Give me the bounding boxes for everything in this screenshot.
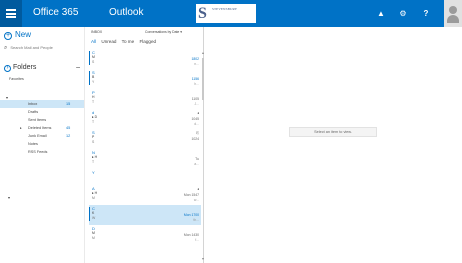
filter-bar: All Unread To me Flagged: [91, 39, 160, 44]
list-item[interactable]: S B Y 1156 h...: [89, 69, 201, 89]
folders-label: Folders: [13, 64, 37, 71]
filter-to-me[interactable]: To me: [122, 39, 135, 44]
org-logo: S STEVENSBURY: [196, 4, 256, 23]
filter-all[interactable]: All: [91, 39, 96, 44]
new-label: New: [15, 30, 32, 39]
folder-sent-items[interactable]: Sent Items: [0, 116, 84, 124]
folders-icon: ›: [4, 65, 11, 72]
brand-title[interactable]: Office 365: [33, 7, 78, 18]
list-item[interactable]: ◂ d ▸ D T 1045 d...: [89, 109, 201, 129]
list-item[interactable]: ◂ A ▸ H M Mon 1547 w...: [89, 185, 201, 205]
folder-rss-feeds[interactable]: RSS Feeds: [0, 148, 84, 156]
folder-list: Inbox 15 Drafts Sent Items ▸ Deleted Ite…: [0, 100, 84, 156]
folder-notes[interactable]: Notes: [0, 140, 84, 148]
logo-mark: S: [198, 5, 207, 22]
favorites-label[interactable]: Favorites: [9, 77, 24, 81]
new-button[interactable]: + New: [4, 30, 31, 40]
folder-deleted-items[interactable]: ▸ Deleted Items 45: [0, 124, 84, 132]
logo-name: STEVENSBURY: [212, 7, 238, 11]
folders-header[interactable]: › Folders –: [4, 64, 80, 72]
message-list-pane: INBOX Conversations by Date ▾ All Unread…: [84, 27, 205, 263]
collapse-icon[interactable]: –: [76, 64, 80, 71]
gear-icon[interactable]: ⚙: [394, 0, 412, 27]
app-launcher-button[interactable]: [0, 0, 22, 27]
list-item[interactable]: N ▸ H T Tu a...: [89, 149, 201, 169]
help-icon[interactable]: ?: [417, 0, 435, 27]
avatar[interactable]: [444, 0, 462, 27]
reply-icon: ◂: [197, 111, 199, 115]
folder-drafts[interactable]: Drafts: [0, 108, 84, 116]
folder-inbox[interactable]: Inbox 15: [0, 100, 84, 108]
list-item[interactable]: ⎘ S P S 1024: [89, 129, 201, 149]
filter-flagged[interactable]: Flagged: [139, 39, 156, 44]
search-placeholder: Search Mail and People: [10, 45, 53, 50]
message-rows: C M S 1802 n... S B Y 1156 h... P H T 11…: [89, 49, 201, 245]
filter-unread[interactable]: Unread: [101, 39, 116, 44]
list-item[interactable]: C M S 1802 n...: [89, 49, 201, 69]
attachment-icon: ⎘: [196, 131, 199, 135]
reading-pane: Select an item to view.: [204, 27, 462, 263]
sort-dropdown[interactable]: Conversations by Date ▾: [145, 30, 182, 34]
chevron-down-icon: ▾: [180, 30, 182, 34]
folder-junk-email[interactable]: Junk Email 12: [0, 132, 84, 140]
app-title[interactable]: Outlook: [109, 7, 143, 18]
reply-icon: ◂: [197, 187, 199, 191]
list-item[interactable]: Y: [89, 169, 201, 185]
list-item[interactable]: D M M Mon 1430 f...: [89, 225, 201, 245]
plus-icon: +: [4, 32, 12, 40]
search-icon: ⌕: [4, 45, 8, 51]
waffle-icon: [6, 9, 16, 18]
list-title: INBOX: [91, 30, 103, 34]
list-item[interactable]: P H T 1105 J...: [89, 89, 201, 109]
list-item[interactable]: C K W Mon 1700 th...: [89, 205, 201, 225]
bell-icon[interactable]: ▲: [372, 0, 390, 27]
chevron-down-icon[interactable]: ▾: [8, 195, 10, 200]
top-bar: Office 365 Outlook S STEVENSBURY ▲ ⚙ ?: [0, 0, 462, 27]
search-input[interactable]: ⌕ Search Mail and People: [4, 45, 53, 52]
folder-pane: + New ⌕ Search Mail and People › Folders – …: [0, 27, 84, 263]
chevron-right-icon[interactable]: ▸: [20, 124, 22, 132]
empty-reading-message: Select an item to view.: [289, 127, 377, 137]
